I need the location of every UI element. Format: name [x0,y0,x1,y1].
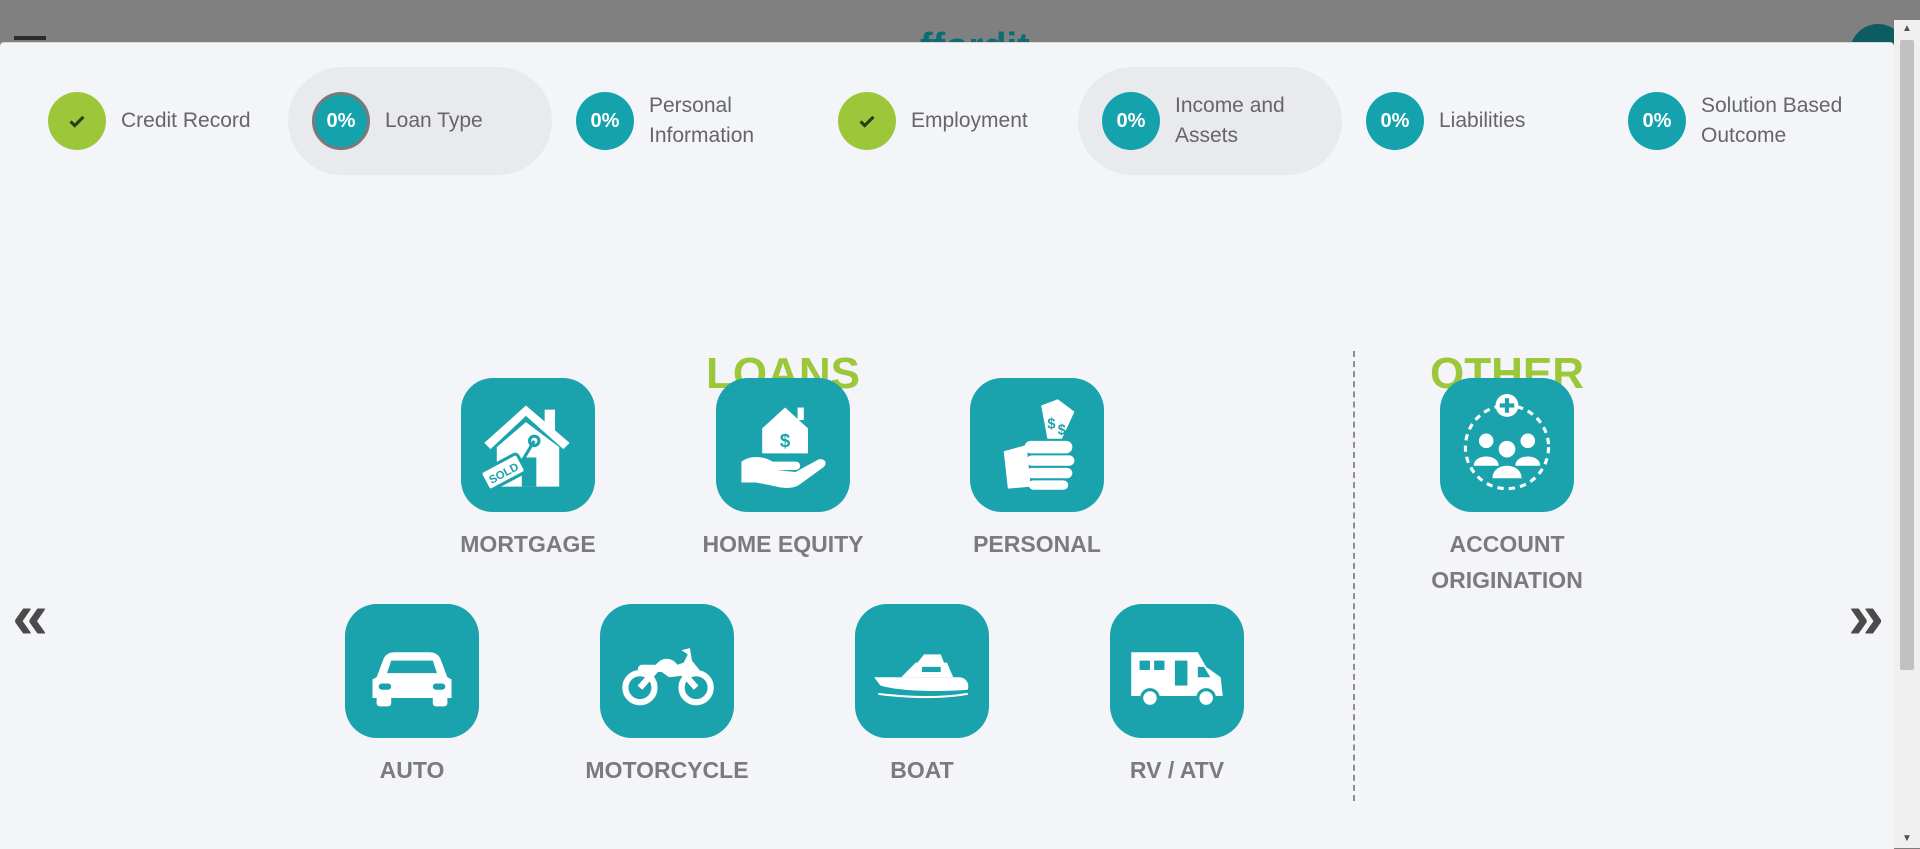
step-label: Liabilities [1439,109,1526,132]
hand-money-icon: $ $ [970,378,1104,512]
svg-text:$: $ [1058,423,1066,439]
tile-label: PERSONAL [973,531,1101,557]
scroll-down-arrow-icon[interactable]: ▼ [1894,830,1920,848]
svg-text:$: $ [1047,416,1055,432]
step-label: Personal Information [649,94,755,147]
tile-label: HOME EQUITY [702,531,864,557]
step-label: Credit Record [121,109,251,132]
tile-label: ACCOUNT ORIGINATION [1431,531,1583,593]
loan-option-boat[interactable]: BOAT [837,604,1007,788]
previous-arrow[interactable]: « [2,584,58,648]
tile-label: RV / ATV [1129,757,1225,783]
step-checkmark-icon [838,92,896,150]
next-arrow[interactable]: » [1838,584,1894,648]
step-checkmark-icon [48,92,106,150]
section-divider [1353,351,1355,801]
step-solution-based-outcome[interactable]: 0% Solution Based Outcome [1604,67,1894,175]
tile-label: BOAT [890,757,954,783]
loan-option-rv-atv[interactable]: RV / ATV [1092,604,1262,788]
scrollbar-thumb[interactable] [1900,40,1914,670]
other-option-account-origination[interactable]: ACCOUNT ORIGINATION [1422,378,1592,598]
step-income-and-assets[interactable]: 0% Income and Assets [1078,67,1342,175]
progress-steps: Credit Record 0% Loan Type 0% Personal I… [0,67,1894,177]
step-employment[interactable]: Employment [814,67,1078,175]
step-label: Income and Assets [1175,94,1285,147]
boat-icon [855,604,989,738]
loan-option-personal[interactable]: $ $ PERSONAL [952,378,1122,562]
car-icon [345,604,479,738]
hand-house-icon: $ [716,378,850,512]
loan-option-mortgage[interactable]: SOLD MORTGAGE [443,378,613,562]
step-label: Employment [911,109,1028,132]
svg-text:$: $ [780,430,791,451]
vertical-scrollbar[interactable]: ▲ ▼ [1894,20,1920,848]
step-liabilities[interactable]: 0% Liabilities [1342,67,1602,175]
hamburger-menu-icon [14,36,46,40]
tile-label: MORTGAGE [460,531,596,557]
loan-option-motorcycle[interactable]: MOTORCYCLE [582,604,752,788]
step-progress: 0% [1102,92,1160,150]
step-progress: 0% [1628,92,1686,150]
tile-label: AUTO [379,757,445,783]
loan-type-modal: Credit Record 0% Loan Type 0% Personal I… [0,42,1894,849]
step-credit-record[interactable]: Credit Record [24,67,264,175]
step-progress: 0% [1366,92,1424,150]
motorcycle-icon [600,604,734,738]
step-progress: 0% [576,92,634,150]
loan-option-auto[interactable]: AUTO [327,604,497,788]
step-label: Loan Type [385,109,483,132]
step-label: Solution Based Outcome [1701,94,1843,147]
scroll-up-arrow-icon[interactable]: ▲ [1894,20,1920,38]
loan-option-home-equity[interactable]: $ HOME EQUITY [698,378,868,562]
house-sold-icon: SOLD [461,378,595,512]
people-group-add-icon [1440,378,1574,512]
step-progress: 0% [312,92,370,150]
rv-icon [1110,604,1244,738]
step-personal-information[interactable]: 0% Personal Information [552,67,812,175]
tile-label: MOTORCYCLE [585,757,749,783]
step-loan-type[interactable]: 0% Loan Type [288,67,552,175]
